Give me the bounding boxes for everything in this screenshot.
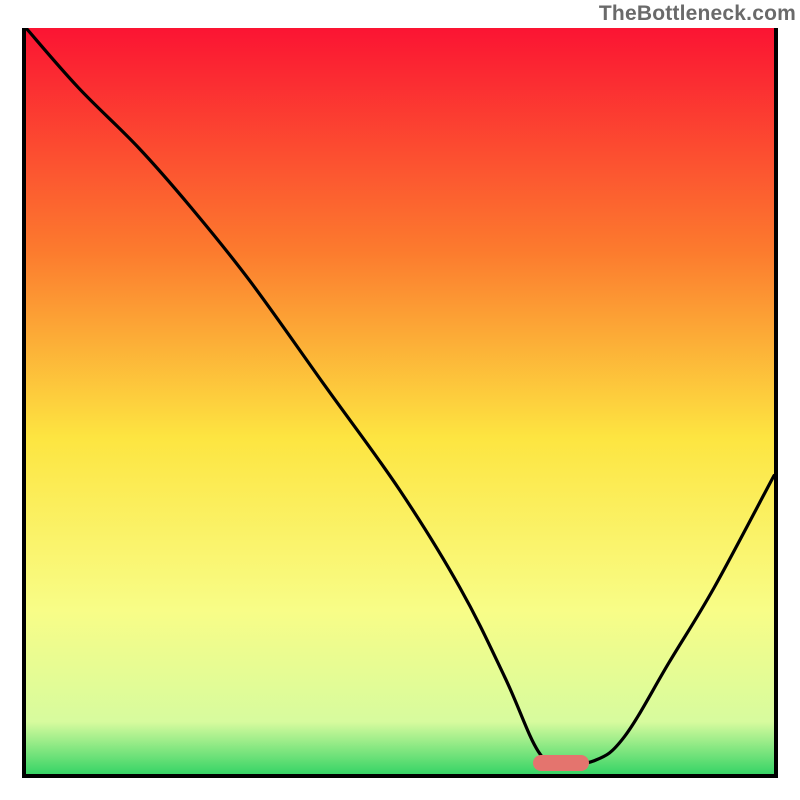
gradient-background: [26, 28, 774, 774]
watermark-text: TheBottleneck.com: [599, 2, 796, 26]
bottleneck-chart: [26, 28, 774, 774]
optimal-marker: [533, 755, 589, 771]
chart-frame: [22, 28, 778, 778]
